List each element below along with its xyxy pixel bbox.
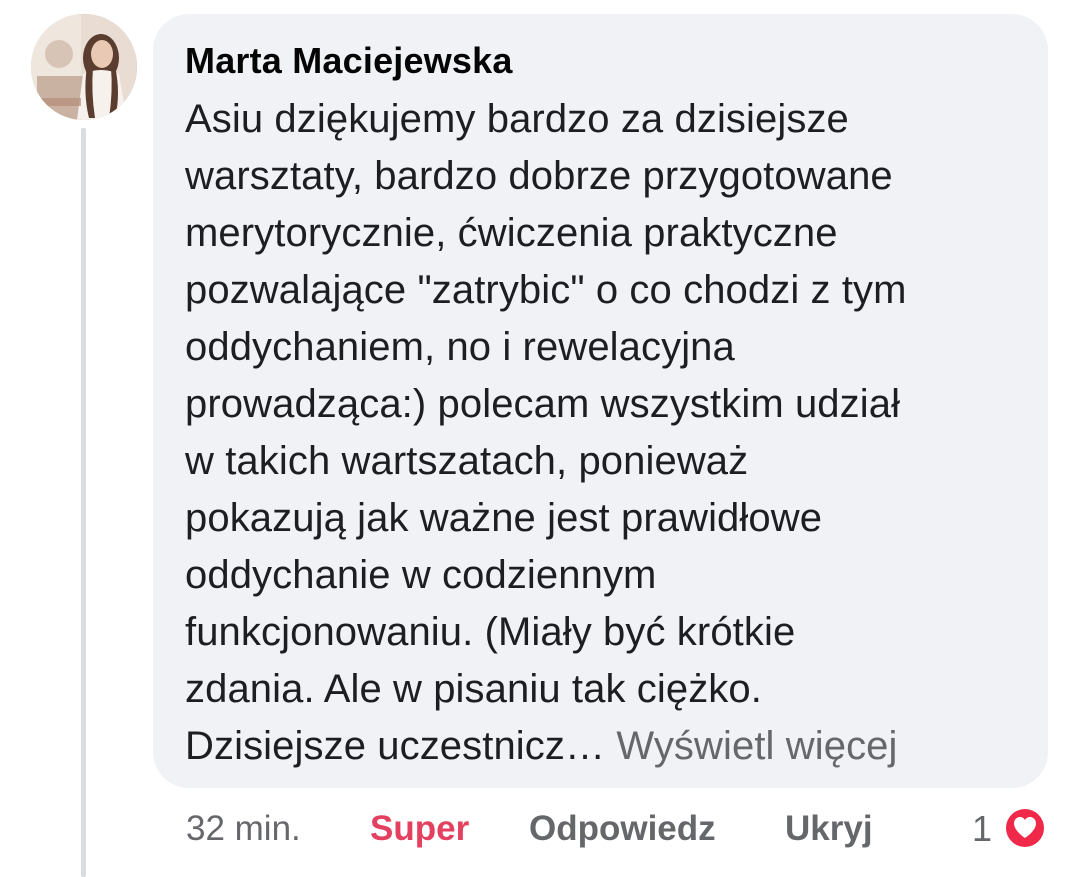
comment-line: oddychanie w codziennym <box>185 553 657 597</box>
comment-line: pokazują jak ważne jest prawidłowe <box>185 496 823 540</box>
comment-text: Asiu dziękujemy bardzo za dzisiejsze war… <box>185 91 1018 775</box>
comment-bubble: Marta Maciejewska Asiu dziękujemy bardzo… <box>153 14 1048 788</box>
thread-line <box>81 128 86 877</box>
comment-line: prowadząca:) polecam wszystkim udział <box>185 382 901 426</box>
comment-line: merytorycznie, ćwiczenia praktyczne <box>185 211 838 255</box>
comment-line-truncated: Dzisiejsze uczestnicz… <box>185 724 606 768</box>
comment-thread: Marta Maciejewska Asiu dziękujemy bardzo… <box>0 0 1080 877</box>
see-more-link[interactable]: Wyświetl więcej <box>616 724 897 768</box>
heart-icon[interactable] <box>1001 804 1049 852</box>
comment-line: funkcjonowaniu. (Miały być krótkie <box>185 610 796 654</box>
comment-line: pozwalające "zatrybic" o co chodzi z tym <box>185 268 907 312</box>
comment-line: oddychaniem, no i rewelacyjna <box>185 325 735 369</box>
avatar-photo <box>31 14 137 120</box>
avatar[interactable] <box>31 14 137 120</box>
comment-last-line: Dzisiejsze uczestnicz… Wyświetl więcej <box>185 718 1018 775</box>
comment-line: warsztaty, bardzo dobrze przygotowane <box>185 154 893 198</box>
comment-line: w takich wartszatach, ponieważ <box>185 439 749 483</box>
comment-line: Asiu dziękujemy bardzo za dzisiejsze <box>185 97 849 141</box>
reaction-count[interactable]: 1 <box>972 806 992 852</box>
comment-timestamp[interactable]: 32 min. <box>186 806 301 852</box>
react-button[interactable]: Super <box>370 806 469 852</box>
comment-author[interactable]: Marta Maciejewska <box>185 38 1018 84</box>
reply-button[interactable]: Odpowiedz <box>529 806 716 852</box>
hide-button[interactable]: Ukryj <box>785 806 873 852</box>
comment-line: zdania. Ale w pisaniu tak ciężko. <box>185 667 762 711</box>
